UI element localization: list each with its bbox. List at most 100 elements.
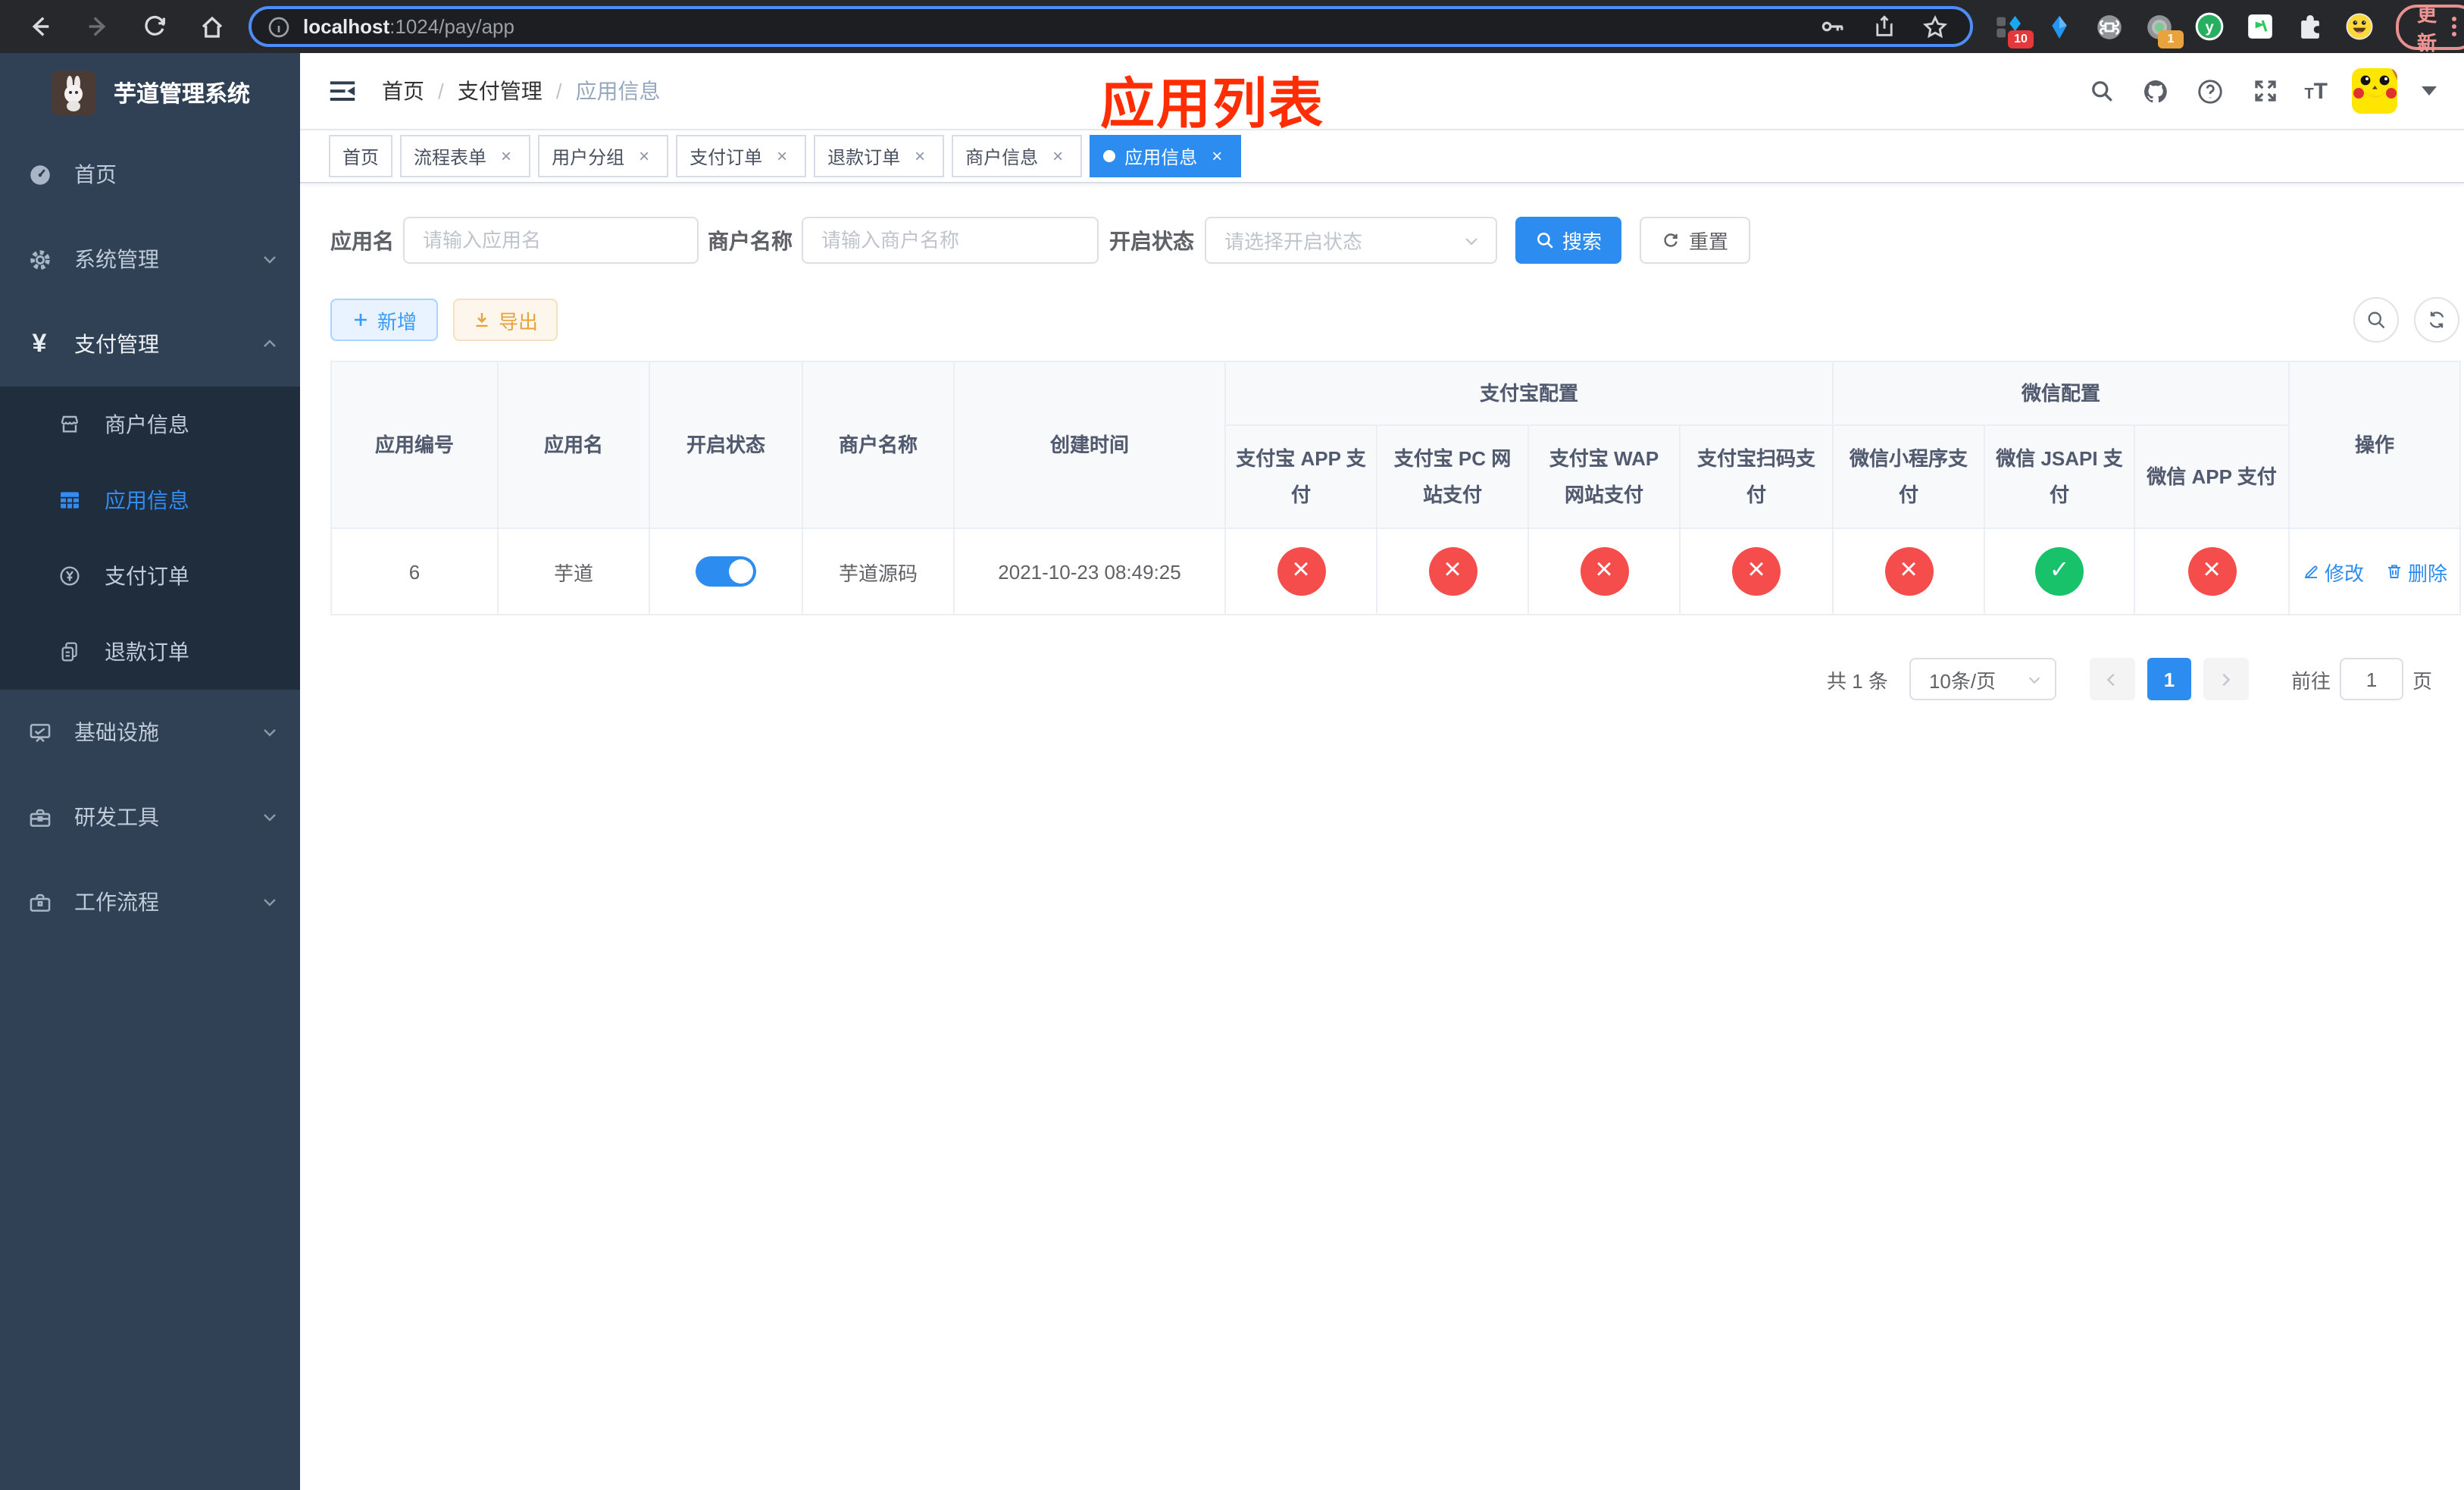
ext-chat-icon[interactable] <box>2244 11 2275 42</box>
sidebar-logo[interactable]: 芋道管理系统 <box>0 53 300 132</box>
sidebar: 芋道管理系统 首页 系统管理 ¥ 支付管理 商户信息 应用信息 支付订单 退款订… <box>0 53 300 1490</box>
avatar-caret-icon[interactable] <box>2422 86 2437 95</box>
home-icon[interactable] <box>191 5 233 48</box>
reload-icon[interactable] <box>133 5 176 48</box>
sidebar-item-home[interactable]: 首页 <box>0 132 300 217</box>
status-alipay-app-icon <box>1277 547 1325 596</box>
add-button[interactable]: 新增 <box>330 299 439 341</box>
tag-home[interactable]: 首页 <box>329 135 393 177</box>
back-icon[interactable] <box>18 5 61 48</box>
sidebar-item-label: 支付管理 <box>74 332 159 356</box>
delete-link[interactable]: 删除 <box>2385 557 2447 586</box>
close-icon[interactable] <box>633 146 655 167</box>
sidebar-item-label: 基础设施 <box>74 720 159 744</box>
col-merchant: 商户名称 <box>802 361 955 529</box>
enabled-toggle[interactable] <box>696 556 756 587</box>
reset-button[interactable]: 重置 <box>1640 217 1750 264</box>
app-name-input[interactable] <box>403 217 699 264</box>
ext-command-icon[interactable] <box>2094 11 2125 42</box>
search-button[interactable]: 搜索 <box>1515 217 1621 264</box>
sidebar-item-label: 首页 <box>74 162 117 186</box>
refresh-icon[interactable] <box>2414 297 2459 343</box>
col-app-id: 应用编号 <box>330 361 499 529</box>
site-info-icon[interactable] <box>267 14 291 39</box>
ext-y-icon[interactable]: y <box>2194 11 2225 42</box>
page-size-select[interactable]: 10条/页 <box>1909 658 2056 700</box>
close-icon[interactable] <box>771 146 793 167</box>
chevron-down-icon <box>261 808 279 826</box>
col-alipay-app: 支付宝 APP 支付 <box>1224 424 1377 529</box>
sidebar-item-system[interactable]: 系统管理 <box>0 217 300 302</box>
sidebar-item-label: 系统管理 <box>74 247 159 271</box>
next-page-button[interactable] <box>2203 658 2249 700</box>
extensions-row: 10 1 y <box>1994 11 2375 48</box>
close-icon[interactable] <box>909 146 930 167</box>
sidebar-fold-icon[interactable] <box>329 77 356 105</box>
sidebar-item-app-info[interactable]: 应用信息 <box>0 462 300 538</box>
ext-tabs-icon[interactable]: 10 <box>1994 11 2034 48</box>
ext-emoji-icon[interactable] <box>2344 11 2375 42</box>
sidebar-item-workflow[interactable]: 工作流程 <box>0 859 300 944</box>
share-icon[interactable] <box>1871 14 1897 39</box>
tag-merchant-info[interactable]: 商户信息 <box>952 135 1083 177</box>
close-icon[interactable] <box>1206 146 1227 167</box>
merchant-name-label: 商户名称 <box>708 228 793 252</box>
avatar[interactable] <box>2352 68 2397 114</box>
tag-app-info[interactable]: 应用信息 <box>1090 135 1242 177</box>
url-text[interactable]: localhost:1024/pay/app <box>303 15 1818 38</box>
password-key-icon[interactable] <box>1818 12 1847 41</box>
tag-process-form[interactable]: 流程表单 <box>400 135 531 177</box>
chevron-down-icon <box>261 893 279 911</box>
help-icon[interactable] <box>2195 76 2225 106</box>
page-suffix-label: 页 <box>2412 669 2432 692</box>
address-bar[interactable]: localhost:1024/pay/app <box>249 6 1973 47</box>
group-alipay-config: 支付宝配置 <box>1224 361 1834 426</box>
sidebar-item-label: 工作流程 <box>74 890 159 914</box>
ext-proxy-icon[interactable]: 1 <box>2144 11 2184 48</box>
browser-menu-icon[interactable] <box>2452 17 2457 36</box>
browser-update-button[interactable]: 更新 <box>2396 2 2464 54</box>
search-icon[interactable] <box>2086 76 2116 106</box>
cell-merchant: 芋道源码 <box>802 527 955 615</box>
forward-icon[interactable] <box>76 5 118 48</box>
fullscreen-icon[interactable] <box>2250 76 2280 106</box>
merchant-name-input[interactable] <box>802 217 1099 264</box>
github-icon[interactable] <box>2140 76 2171 106</box>
col-created: 创建时间 <box>953 361 1226 529</box>
sidebar-item-refund-order[interactable]: 退款订单 <box>0 614 300 690</box>
sidebar-item-pay-order[interactable]: 支付订单 <box>0 538 300 614</box>
breadcrumb-home[interactable]: 首页 <box>382 76 424 106</box>
tag-user-group[interactable]: 用户分组 <box>538 135 669 177</box>
cell-app-id: 6 <box>330 527 499 615</box>
breadcrumb-pay[interactable]: 支付管理 <box>458 76 543 106</box>
chevron-up-icon <box>261 335 279 353</box>
font-size-icon[interactable]: TT <box>2304 78 2328 104</box>
chevron-down-icon <box>261 250 279 268</box>
ext-puzzle-icon[interactable] <box>2294 11 2325 42</box>
ext-badge: 1 <box>2158 30 2184 48</box>
yen-icon: ¥ <box>32 329 47 358</box>
bookmark-star-icon[interactable] <box>1921 13 1949 40</box>
sidebar-item-label: 支付订单 <box>105 564 189 588</box>
status-select[interactable]: 请选择开启状态 <box>1205 217 1497 264</box>
close-icon[interactable] <box>496 146 517 167</box>
ext-badge: 10 <box>2008 30 2034 48</box>
sidebar-item-merchant-info[interactable]: 商户信息 <box>0 387 300 462</box>
sidebar-item-pay[interactable]: ¥ 支付管理 <box>0 302 300 387</box>
ext-kite-icon[interactable] <box>2044 11 2075 42</box>
goto-page-input[interactable] <box>2339 658 2403 700</box>
toggle-search-icon[interactable] <box>2353 297 2399 343</box>
browser-toolbar: localhost:1024/pay/app 10 1 y 更新 <box>0 0 2464 54</box>
sidebar-item-infra[interactable]: 基础设施 <box>0 690 300 775</box>
sidebar-item-dev-tools[interactable]: 研发工具 <box>0 775 300 859</box>
total-count: 共 1 条 <box>1827 669 1888 692</box>
gear-icon <box>26 246 53 272</box>
tag-pay-order[interactable]: 支付订单 <box>676 135 807 177</box>
export-button[interactable]: 导出 <box>453 299 558 341</box>
edit-link[interactable]: 修改 <box>2302 557 2364 586</box>
tag-refund-order[interactable]: 退款订单 <box>814 135 945 177</box>
close-icon[interactable] <box>1047 146 1068 167</box>
prev-page-button[interactable] <box>2089 658 2135 700</box>
page-number-button[interactable]: 1 <box>2147 658 2191 700</box>
table-row: 6 芋道 芋道源码 2021-10-23 08:49:25 × × × × × … <box>330 527 2462 615</box>
